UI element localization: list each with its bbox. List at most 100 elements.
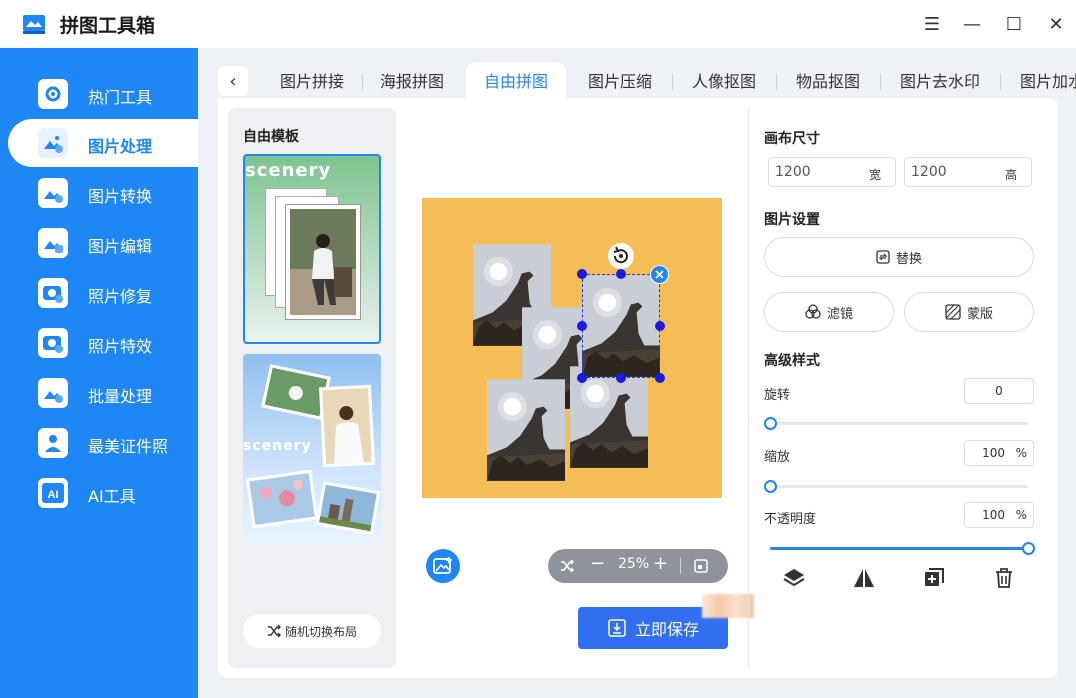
photo-effect-icon bbox=[38, 328, 68, 358]
flip-icon[interactable] bbox=[852, 566, 876, 590]
minimize-button[interactable]: — bbox=[958, 10, 986, 38]
replace-button[interactable]: 替换 bbox=[764, 237, 1034, 277]
portrait-photo bbox=[322, 387, 372, 465]
tab-image-join[interactable]: 图片拼接 bbox=[262, 62, 362, 98]
sidebar-item-photo-repair[interactable]: 照片修复 bbox=[8, 269, 198, 317]
resize-handle[interactable] bbox=[655, 373, 665, 383]
zoom-in-icon[interactable]: + bbox=[653, 553, 668, 574]
opacity-value: 100 bbox=[982, 508, 1005, 522]
sidebar-item-image-process[interactable]: 图片处理 bbox=[8, 119, 198, 167]
tab-divider bbox=[672, 74, 673, 90]
sidebar-item-id-photo[interactable]: 最美证件照 bbox=[8, 419, 198, 467]
maximize-button[interactable]: ☐ bbox=[1000, 10, 1028, 38]
tab-poster-collage[interactable]: 海报拼图 bbox=[362, 62, 462, 98]
photo-frame bbox=[318, 384, 376, 468]
chevron-left-icon: ‹ bbox=[229, 70, 237, 92]
advanced-style-title: 高级样式 bbox=[764, 353, 820, 369]
batch-icon bbox=[38, 378, 68, 408]
tab-portrait-cutout[interactable]: 人像抠图 bbox=[674, 62, 774, 98]
resize-handle[interactable] bbox=[655, 321, 665, 331]
rotate-input[interactable]: 0 bbox=[964, 378, 1034, 404]
sidebar-item-photo-effect[interactable]: 照片特效 bbox=[8, 319, 198, 367]
app-logo-icon bbox=[23, 15, 45, 34]
selection-box[interactable] bbox=[582, 274, 660, 378]
canvas-width-unit: 宽 bbox=[868, 168, 881, 182]
opacity-unit: % bbox=[1015, 508, 1027, 522]
filter-button[interactable]: 滤镜 bbox=[764, 292, 894, 332]
shuffle-icon[interactable] bbox=[560, 559, 574, 573]
tab-divider bbox=[880, 74, 881, 90]
tab-free-collage[interactable]: 自由拼图 bbox=[466, 62, 566, 98]
image-convert-icon bbox=[38, 178, 68, 208]
id-photo-icon bbox=[38, 428, 68, 458]
resize-handle[interactable] bbox=[577, 269, 587, 279]
rotate-handle-icon[interactable] bbox=[607, 242, 635, 270]
filter-label: 滤镜 bbox=[826, 306, 853, 322]
sidebar-item-hot-tools[interactable]: 热门工具 bbox=[8, 70, 198, 118]
tab-image-compress[interactable]: 图片压缩 bbox=[570, 62, 670, 98]
panel-divider bbox=[748, 108, 749, 668]
blurred-region bbox=[702, 594, 754, 618]
opacity-input[interactable]: 100 % bbox=[964, 502, 1034, 528]
tab-divider bbox=[776, 74, 777, 90]
replace-icon bbox=[876, 250, 890, 264]
random-layout-button[interactable]: 随机切换布局 bbox=[243, 614, 381, 648]
mask-button[interactable]: 蒙版 bbox=[904, 292, 1034, 332]
app-title: 拼图工具箱 bbox=[60, 15, 156, 37]
layers-icon[interactable] bbox=[782, 566, 806, 590]
add-image-button[interactable] bbox=[426, 549, 460, 583]
photo-frame bbox=[315, 481, 381, 535]
slider-knob[interactable] bbox=[1022, 542, 1035, 555]
sidebar-item-label: 图片编辑 bbox=[88, 237, 153, 256]
sidebar-item-image-convert[interactable]: 图片转换 bbox=[8, 169, 198, 217]
template-title: 自由模板 bbox=[243, 129, 299, 145]
remove-photo-icon[interactable] bbox=[650, 265, 669, 284]
fit-screen-icon[interactable] bbox=[694, 559, 708, 573]
template-card[interactable]: scenery bbox=[243, 354, 381, 544]
scale-label: 缩放 bbox=[764, 450, 791, 465]
image-process-icon bbox=[38, 128, 68, 158]
close-icon: ✕ bbox=[1048, 13, 1064, 35]
sidebar-item-image-edit[interactable]: 图片编辑 bbox=[8, 219, 198, 267]
rotate-slider[interactable] bbox=[764, 417, 1028, 430]
canvas-height-field[interactable]: 1200 高 bbox=[904, 157, 1032, 187]
scale-input[interactable]: 100 % bbox=[964, 440, 1034, 466]
canvas-height-unit: 高 bbox=[1004, 168, 1017, 182]
scale-slider[interactable] bbox=[764, 480, 1028, 493]
sidebar-item-label: 照片特效 bbox=[88, 337, 153, 356]
resize-handle[interactable] bbox=[577, 321, 587, 331]
random-layout-label: 随机切换布局 bbox=[284, 624, 357, 639]
shuffle-icon bbox=[267, 624, 281, 638]
zoom-out-icon[interactable]: − bbox=[590, 553, 605, 574]
tab-watermark-remove[interactable]: 图片去水印 bbox=[882, 62, 998, 98]
title-bar: 拼图工具箱 ☰ — ☐ ✕ bbox=[0, 0, 1076, 48]
tab-watermark-add[interactable]: 图片加水 bbox=[1002, 62, 1076, 98]
back-button[interactable]: ‹ bbox=[218, 66, 248, 96]
menu-button[interactable]: ☰ bbox=[918, 10, 946, 38]
zoom-value: 25% bbox=[618, 556, 650, 572]
gear-tools-icon bbox=[38, 79, 68, 109]
city-photo bbox=[319, 484, 377, 532]
add-image-icon bbox=[433, 557, 452, 574]
sidebar-item-ai-tools[interactable]: AI AI工具 bbox=[8, 469, 198, 517]
close-button[interactable]: ✕ bbox=[1042, 10, 1070, 38]
resize-handle[interactable] bbox=[616, 373, 626, 383]
resize-handle[interactable] bbox=[616, 269, 626, 279]
resize-handle[interactable] bbox=[577, 373, 587, 383]
template-word: scenery bbox=[245, 160, 332, 181]
duplicate-icon[interactable] bbox=[922, 566, 946, 590]
filter-icon bbox=[805, 304, 821, 319]
collage-photo[interactable] bbox=[487, 378, 565, 482]
template-word: scenery bbox=[243, 438, 312, 454]
tab-object-cutout[interactable]: 物品抠图 bbox=[778, 62, 878, 98]
canvas-width-field[interactable]: 1200 宽 bbox=[768, 157, 896, 187]
opacity-slider[interactable] bbox=[770, 542, 1035, 555]
delete-icon[interactable] bbox=[992, 566, 1016, 590]
slider-knob[interactable] bbox=[764, 417, 777, 430]
sidebar-item-label: 图片转换 bbox=[88, 187, 153, 206]
svg-text:AI: AI bbox=[48, 489, 59, 501]
download-icon bbox=[608, 619, 626, 637]
template-card[interactable]: scenery bbox=[243, 154, 381, 344]
slider-knob[interactable] bbox=[764, 480, 777, 493]
sidebar-item-batch[interactable]: 批量处理 bbox=[8, 369, 198, 417]
